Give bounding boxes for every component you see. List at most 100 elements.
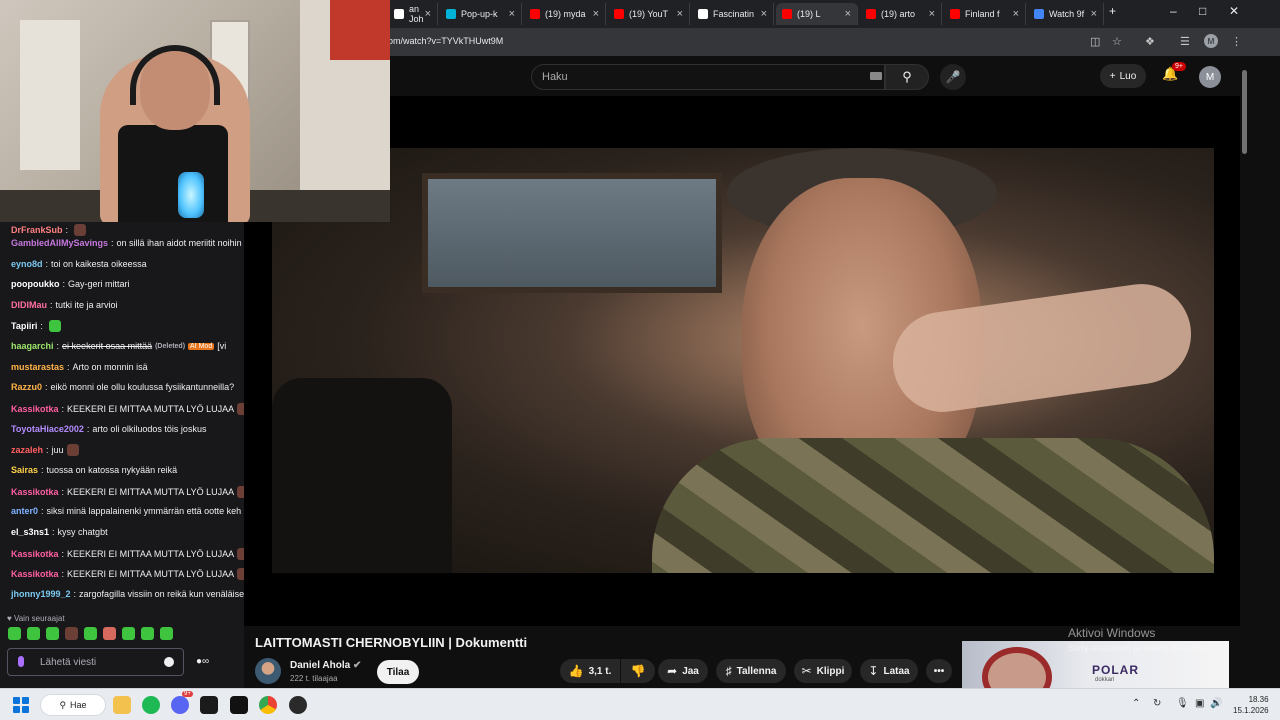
emote-2[interactable] bbox=[27, 627, 40, 640]
tray-sync-icon[interactable]: ↻ bbox=[1153, 698, 1161, 709]
chat-username[interactable]: Kassikotka bbox=[11, 404, 59, 414]
clip-button[interactable]: ✂ Klippi bbox=[794, 659, 852, 683]
chat-username[interactable]: haagarchi bbox=[11, 341, 54, 351]
search-input[interactable]: Haku bbox=[531, 64, 885, 90]
chat-username[interactable]: ToyotaHiace2002 bbox=[11, 424, 84, 434]
chat-username[interactable]: zazaleh bbox=[11, 445, 43, 455]
chat-username[interactable]: Kassikotka bbox=[11, 487, 59, 497]
emote-7[interactable] bbox=[122, 627, 135, 640]
chat-username[interactable]: Kassikotka bbox=[11, 569, 59, 579]
emote-8[interactable] bbox=[141, 627, 154, 640]
channel-avatar[interactable] bbox=[255, 658, 281, 684]
taskbar-search[interactable]: ⚲ Hae bbox=[40, 694, 106, 716]
emote-9[interactable] bbox=[160, 627, 173, 640]
more-actions-button[interactable]: ••• bbox=[926, 659, 952, 683]
tray-mic-icon[interactable]: 🎙 bbox=[1176, 698, 1189, 709]
share-button[interactable]: ➦ Jaa bbox=[658, 659, 708, 683]
chat-separator: : bbox=[50, 300, 53, 310]
tab-close-icon[interactable]: × bbox=[761, 8, 767, 20]
browser-profile-avatar[interactable]: M bbox=[1204, 34, 1218, 48]
tab-close-icon[interactable]: × bbox=[509, 8, 515, 20]
x-app-icon[interactable] bbox=[230, 696, 248, 714]
taskbar-clock[interactable]: 18.36 15.1.2026 bbox=[1233, 694, 1269, 716]
youtube-avatar[interactable]: M bbox=[1199, 66, 1221, 88]
video-player[interactable] bbox=[244, 96, 1244, 626]
minimize-icon[interactable]: – bbox=[1170, 4, 1177, 18]
discord-icon[interactable] bbox=[171, 696, 189, 714]
bookmark-star-icon[interactable]: ☆ bbox=[1112, 35, 1122, 48]
tray-volume-icon[interactable]: 🔊 bbox=[1210, 698, 1222, 709]
browser-menu-icon[interactable]: ⋮ bbox=[1231, 35, 1242, 48]
chat-username[interactable]: eyno8d bbox=[11, 259, 43, 269]
windows-start-icon[interactable] bbox=[13, 697, 29, 713]
create-button[interactable]: + Luo bbox=[1100, 64, 1146, 88]
chat-username[interactable]: DIDIMau bbox=[11, 300, 47, 310]
close-window-icon[interactable]: ✕ bbox=[1229, 4, 1239, 18]
browser-tab[interactable]: Fascinatin × bbox=[692, 3, 774, 25]
youtube-header: Haku ⚲ 🎤 + Luo 🔔 9+ M bbox=[244, 56, 1244, 96]
emote-picker-icon[interactable] bbox=[164, 657, 174, 667]
tray-chevron-icon[interactable]: ⌃ bbox=[1132, 698, 1140, 709]
chat-username[interactable]: poopoukko bbox=[11, 279, 60, 289]
chrome-icon[interactable] bbox=[259, 696, 277, 714]
like-button[interactable]: 👍 3,1 t. bbox=[560, 659, 620, 683]
install-app-icon[interactable]: ◫ bbox=[1090, 35, 1100, 48]
emote-5[interactable] bbox=[84, 627, 97, 640]
maximize-icon[interactable]: □ bbox=[1199, 4, 1206, 18]
keyboard-icon[interactable] bbox=[870, 72, 882, 80]
subscribe-button[interactable]: Tilaa bbox=[377, 660, 419, 684]
chat-username[interactable]: Tapiiri bbox=[11, 321, 37, 331]
emote-3[interactable] bbox=[46, 627, 59, 640]
browser-tab[interactable]: an Joh × bbox=[388, 3, 438, 25]
extensions-icon[interactable]: ❖ bbox=[1145, 35, 1155, 48]
url-field[interactable]: om/watch?v=TYVkTHUwt9M bbox=[388, 36, 503, 46]
app-icon-r[interactable] bbox=[200, 696, 218, 714]
tray-display-icon[interactable]: ▣ bbox=[1195, 698, 1204, 709]
dislike-button[interactable]: 👎 bbox=[621, 659, 655, 683]
voice-search-button[interactable]: 🎤 bbox=[940, 64, 966, 90]
download-button[interactable]: ↧ Lataa bbox=[860, 659, 918, 683]
emote-6[interactable] bbox=[103, 627, 116, 640]
discord-badge: 9+ bbox=[182, 691, 193, 697]
browser-tab[interactable]: Pop-up-k × bbox=[440, 3, 522, 25]
spotify-icon[interactable] bbox=[142, 696, 160, 714]
chat-username[interactable]: DrFrankSub bbox=[11, 225, 63, 235]
save-button[interactable]: ♯ Tallenna bbox=[716, 659, 786, 683]
emote-4[interactable] bbox=[65, 627, 78, 640]
browser-tab[interactable]: (19) myda × bbox=[524, 3, 606, 25]
tab-close-icon[interactable]: × bbox=[425, 8, 431, 20]
browser-tab[interactable]: Finland f × bbox=[944, 3, 1026, 25]
chat-settings-icon[interactable]: ●∞ bbox=[196, 656, 209, 667]
file-explorer-icon[interactable] bbox=[113, 696, 131, 714]
chat-message-input[interactable]: Lähetä viesti bbox=[7, 648, 184, 676]
tab-close-icon[interactable]: × bbox=[845, 8, 851, 20]
chat-username[interactable]: Kassikotka bbox=[11, 549, 59, 559]
page-scrollbar[interactable] bbox=[1240, 56, 1248, 688]
browser-tab[interactable]: Watch 9f × bbox=[1028, 3, 1104, 25]
chat-username[interactable]: el_s3ns1 bbox=[11, 527, 49, 537]
chat-text: juu bbox=[51, 445, 64, 455]
chat-username[interactable]: anter0 bbox=[11, 506, 38, 516]
channel-name[interactable]: Daniel Ahola ✔ bbox=[290, 660, 361, 671]
scroll-thumb[interactable] bbox=[1242, 70, 1247, 154]
tab-close-icon[interactable]: × bbox=[593, 8, 599, 20]
tab-close-icon[interactable]: × bbox=[929, 8, 935, 20]
emote-1[interactable] bbox=[8, 627, 21, 640]
obs-icon[interactable] bbox=[289, 696, 307, 714]
chat-username[interactable]: mustarastas bbox=[11, 362, 64, 372]
tab-close-icon[interactable]: × bbox=[677, 8, 683, 20]
tab-close-icon[interactable]: × bbox=[1013, 8, 1019, 20]
chat-username[interactable]: Razzu0 bbox=[11, 382, 42, 392]
chat-username[interactable]: GambledAllMySavings bbox=[11, 238, 108, 248]
search-button[interactable]: ⚲ bbox=[885, 64, 929, 90]
browser-tab[interactable]: (19) YouT × bbox=[608, 3, 690, 25]
chat-username[interactable]: Sairas bbox=[11, 465, 38, 475]
tab-close-icon[interactable]: × bbox=[1091, 8, 1097, 20]
chat-username[interactable]: jhonny1999_2 bbox=[11, 589, 71, 599]
browser-tab[interactable]: (19) L × bbox=[776, 3, 858, 25]
chat-mic-icon[interactable] bbox=[18, 656, 24, 667]
media-control-icon[interactable]: ☰ bbox=[1180, 35, 1190, 48]
new-tab-button[interactable]: + bbox=[1109, 4, 1116, 18]
browser-tab[interactable]: (19) arto × bbox=[860, 3, 942, 25]
chat-message: el_s3ns1: kysy chatgbt bbox=[11, 527, 108, 537]
